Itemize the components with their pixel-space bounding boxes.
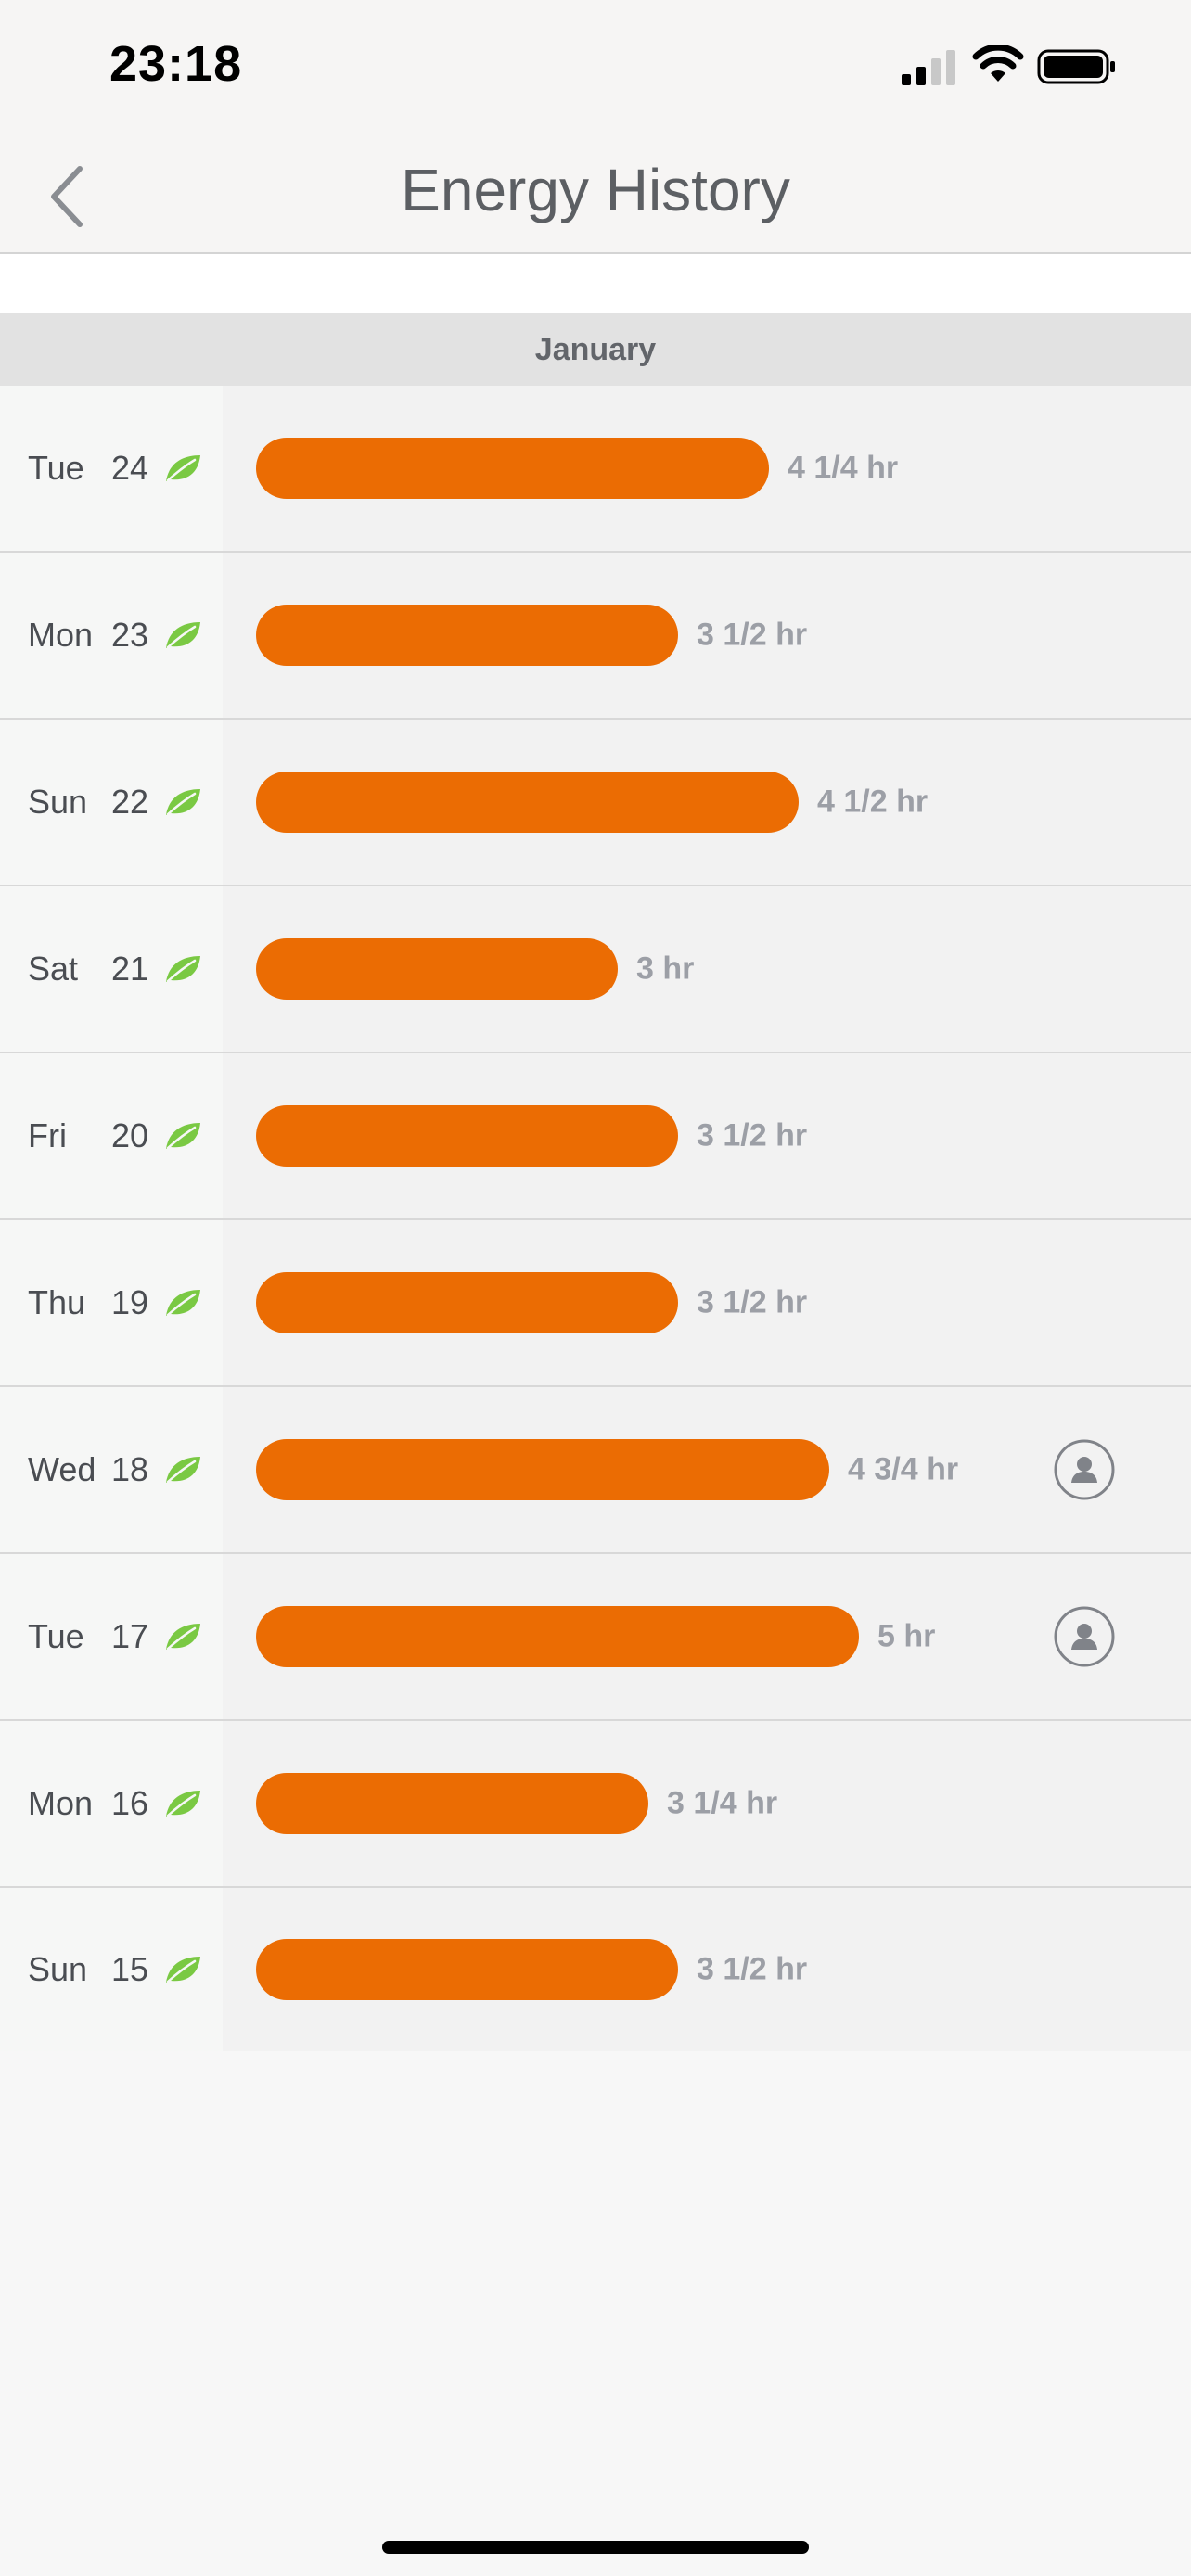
home-indicator[interactable] (382, 2541, 809, 2554)
day-row[interactable]: Sun 15 3 1/2 hr (0, 1888, 1191, 2051)
usage-bar-area: 3 1/4 hr (256, 1721, 1191, 1886)
day-of-month: 18 (111, 1450, 149, 1488)
day-of-week: Sun (28, 783, 88, 821)
date-cell: Wed 18 (0, 1387, 223, 1552)
day-of-week: Mon (28, 616, 94, 654)
usage-bar (256, 1939, 678, 2000)
usage-bar-area: 3 1/2 hr (256, 1220, 1191, 1385)
usage-bar (256, 1105, 678, 1167)
day-of-month: 17 (111, 1617, 149, 1655)
day-of-week: Sun (28, 1950, 88, 1988)
navigation-bar: Energy History (0, 139, 1191, 254)
usage-bar-area: 5 hr (256, 1554, 1191, 1719)
usage-bar-area: 3 hr (256, 886, 1191, 1052)
usage-bar-area: 3 1/2 hr (256, 553, 1191, 718)
eco-leaf-icon (163, 1954, 202, 1985)
day-of-week: Sat (28, 950, 79, 988)
eco-leaf-icon (163, 1287, 202, 1319)
usage-label: 3 1/2 hr (697, 1951, 808, 1987)
eco-leaf-icon (163, 453, 202, 484)
wifi-icon (972, 45, 1024, 82)
usage-label: 3 hr (636, 950, 695, 987)
day-row[interactable]: Mon 23 3 1/2 hr (0, 553, 1191, 720)
day-of-month: 15 (111, 1950, 149, 1988)
day-row[interactable]: Wed 18 4 3/4 hr (0, 1387, 1191, 1554)
usage-label: 3 1/2 hr (697, 1117, 808, 1154)
day-of-month: 23 (111, 616, 149, 654)
day-of-week: Wed (28, 1450, 96, 1488)
top-spacer (0, 254, 1191, 313)
usage-bar-area: 3 1/2 hr (256, 1888, 1191, 2051)
day-of-week: Tue (28, 1617, 84, 1655)
usage-label: 4 1/4 hr (788, 450, 899, 486)
day-of-month: 24 (111, 449, 149, 487)
eco-leaf-icon (163, 1454, 202, 1486)
eco-leaf-icon (163, 1788, 202, 1819)
eco-leaf-icon (163, 1120, 202, 1152)
date-cell: Thu 19 (0, 1220, 223, 1385)
page-title: Energy History (401, 157, 790, 223)
day-of-week: Mon (28, 1784, 94, 1822)
eco-leaf-icon (163, 1621, 202, 1652)
day-row[interactable]: Thu 19 3 1/2 hr (0, 1220, 1191, 1387)
day-of-week: Thu (28, 1283, 86, 1321)
eco-leaf-icon (163, 953, 202, 985)
usage-label: 3 1/2 hr (697, 617, 808, 653)
date-cell: Sun 15 (0, 1888, 223, 2051)
day-row[interactable]: Tue 24 4 1/4 hr (0, 386, 1191, 553)
day-of-week: Fri (28, 1116, 67, 1154)
day-row[interactable]: Fri 20 3 1/2 hr (0, 1053, 1191, 1220)
status-bar: 23:18 (0, 0, 1191, 139)
day-of-week: Tue (28, 449, 84, 487)
energy-history-list: Tue 24 4 1/4 hr Mon 23 3 1/2 hr Sun 22 4 1/2 hr S… (0, 386, 1191, 2051)
user-adjusted-icon[interactable] (1054, 1439, 1115, 1500)
usage-bar (256, 1606, 859, 1667)
usage-bar-area: 4 1/4 hr (256, 386, 1191, 551)
usage-bar (256, 1439, 829, 1500)
usage-bar (256, 1773, 648, 1834)
usage-label: 3 1/4 hr (667, 1785, 778, 1821)
usage-bar-area: 3 1/2 hr (256, 1053, 1191, 1218)
usage-label: 4 1/2 hr (817, 784, 928, 820)
eco-leaf-icon (163, 619, 202, 651)
date-cell: Fri 20 (0, 1053, 223, 1218)
usage-bar (256, 605, 678, 666)
usage-bar (256, 772, 799, 833)
usage-label: 4 3/4 hr (848, 1451, 959, 1487)
month-section-header: January (0, 313, 1191, 386)
user-adjusted-icon[interactable] (1054, 1606, 1115, 1667)
battery-icon (1037, 49, 1115, 84)
day-row[interactable]: Tue 17 5 hr (0, 1554, 1191, 1721)
day-of-month: 19 (111, 1283, 149, 1321)
day-of-month: 16 (111, 1784, 149, 1822)
day-row[interactable]: Sat 21 3 hr (0, 886, 1191, 1053)
date-cell: Mon 16 (0, 1721, 223, 1886)
date-cell: Tue 17 (0, 1554, 223, 1719)
usage-bar (256, 1272, 678, 1333)
usage-bar-area: 4 3/4 hr (256, 1387, 1191, 1552)
usage-bar (256, 438, 769, 499)
usage-bar-area: 4 1/2 hr (256, 720, 1191, 885)
date-cell: Mon 23 (0, 553, 223, 718)
day-of-month: 22 (111, 783, 149, 821)
day-of-month: 21 (111, 950, 149, 988)
day-row[interactable]: Sun 22 4 1/2 hr (0, 720, 1191, 886)
usage-label: 5 hr (877, 1618, 936, 1654)
status-time: 23:18 (109, 36, 243, 92)
date-cell: Tue 24 (0, 386, 223, 551)
cellular-signal-icon (902, 50, 955, 85)
date-cell: Sat 21 (0, 886, 223, 1052)
day-of-month: 20 (111, 1116, 149, 1154)
usage-bar (256, 938, 618, 1000)
day-row[interactable]: Mon 16 3 1/4 hr (0, 1721, 1191, 1888)
usage-label: 3 1/2 hr (697, 1284, 808, 1320)
eco-leaf-icon (163, 786, 202, 818)
date-cell: Sun 22 (0, 720, 223, 885)
